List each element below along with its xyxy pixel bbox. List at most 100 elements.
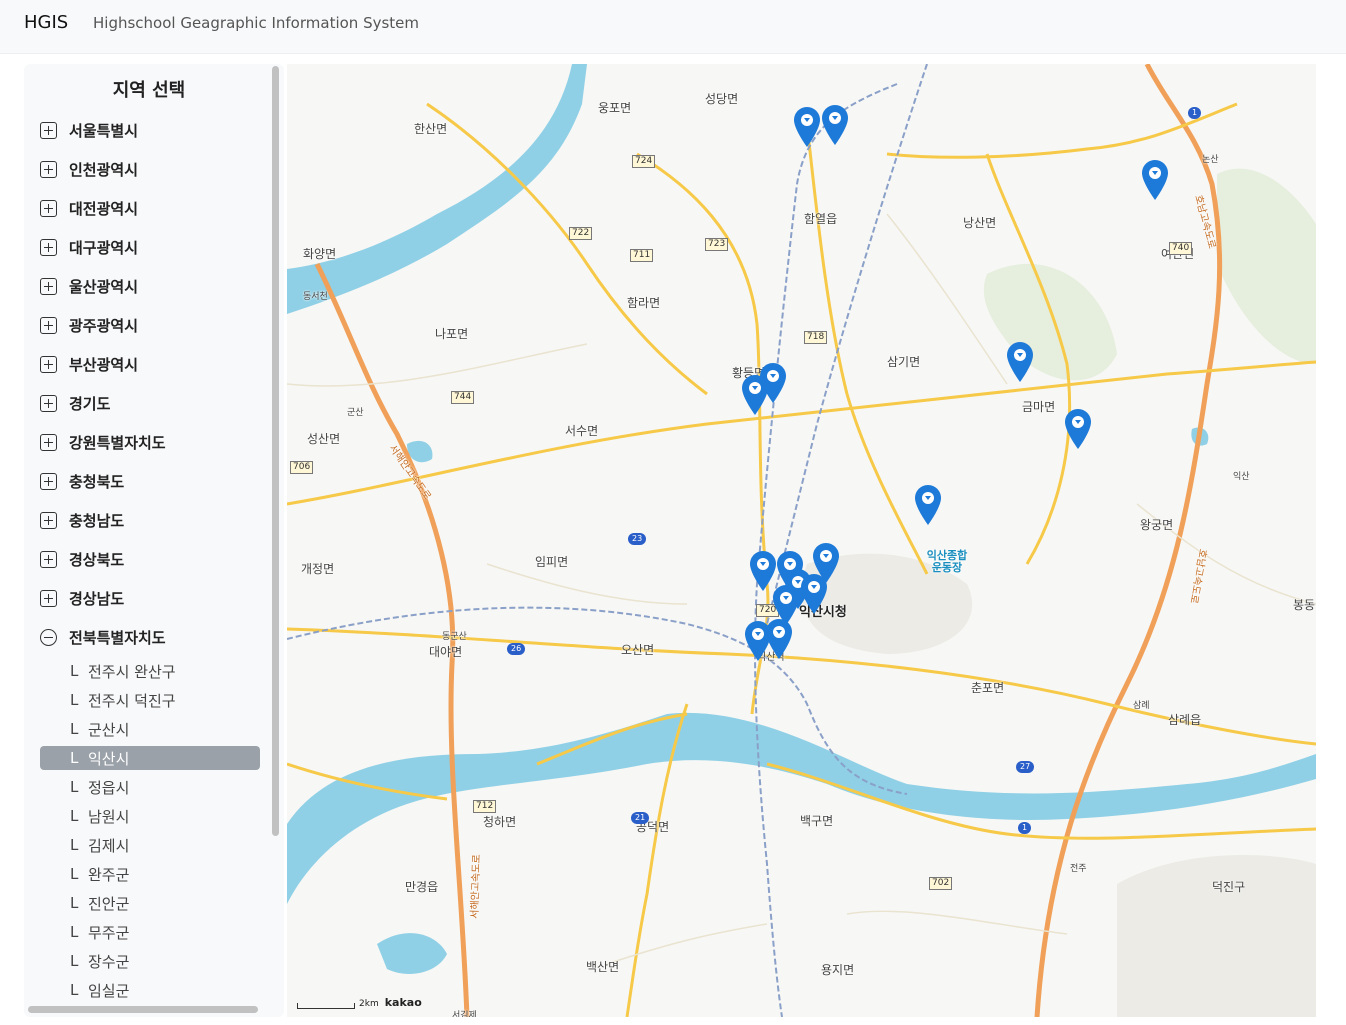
- map-marker-icon[interactable]: [742, 375, 768, 415]
- region-label: 강원특별자치도: [69, 433, 166, 452]
- expand-icon[interactable]: [40, 121, 57, 139]
- place-label: 백산면: [586, 960, 620, 974]
- sub-item-jeonju-wansan[interactable]: L 전주시 완산구: [40, 659, 260, 683]
- place-label: 서수면: [565, 424, 599, 438]
- reservoir: [377, 933, 447, 974]
- route-shield: 712: [473, 800, 497, 813]
- region-item-ulsan[interactable]: 울산광역시: [40, 274, 138, 298]
- highway-label: 서해안고속도로: [469, 854, 483, 919]
- national-route-shield: 1: [1018, 822, 1032, 834]
- place-label: 백구면: [800, 814, 834, 828]
- expand-icon[interactable]: [40, 316, 57, 334]
- place-label: 화양면: [303, 247, 337, 261]
- sidebar-title: 지역 선택: [112, 80, 186, 101]
- sub-item-label: 남원시: [88, 807, 130, 826]
- brand-logo[interactable]: HGIS: [24, 12, 68, 33]
- sub-item-gimje[interactable]: L 김제시: [40, 833, 260, 857]
- region-label: 부산광역시: [69, 355, 139, 374]
- route-shield: 724: [632, 155, 656, 168]
- region-item-jeonbuk[interactable]: 전북특별자치도: [40, 625, 166, 649]
- place-label: 오산면: [621, 643, 655, 657]
- map-marker-icon[interactable]: [766, 619, 792, 659]
- region-item-daegu[interactable]: 대구광역시: [40, 235, 138, 259]
- map-marker-icon[interactable]: [822, 105, 848, 145]
- sub-item-muju[interactable]: L 무주군: [40, 920, 260, 944]
- tree-marker: L: [70, 749, 79, 767]
- region-label: 충청북도: [69, 472, 125, 491]
- place-label: 군산: [347, 408, 364, 418]
- map-marker-icon[interactable]: [915, 485, 941, 525]
- tree-marker: L: [70, 778, 79, 796]
- place-label: 함열읍: [804, 212, 838, 226]
- region-item-busan[interactable]: 부산광역시: [40, 352, 138, 376]
- sub-item-label: 군산시: [88, 720, 130, 739]
- sub-item-jeongeup[interactable]: L 정읍시: [40, 775, 260, 799]
- tree-marker: L: [70, 807, 79, 825]
- map-marker-icon[interactable]: [801, 574, 827, 614]
- sub-item-imsil[interactable]: L 임실군: [40, 978, 260, 1002]
- region-label: 서울특별시: [69, 121, 139, 140]
- region-item-daejeon[interactable]: 대전광역시: [40, 196, 138, 220]
- place-label: 용지면: [821, 963, 855, 977]
- sub-item-iksan-selected[interactable]: L 익산시: [40, 746, 260, 770]
- collapse-icon[interactable]: [40, 628, 57, 646]
- sub-item-label: 진안군: [88, 894, 130, 913]
- map-view[interactable]: 웅포면 성당면 한산면 함열읍 낭산면 여산면 화양면 동서천 나포면 함라면 …: [287, 64, 1316, 1017]
- expand-icon[interactable]: [40, 472, 57, 490]
- sub-item-namwon[interactable]: L 남원시: [40, 804, 260, 828]
- region-item-gyeongbuk[interactable]: 경상북도: [40, 547, 124, 571]
- place-label: 전주: [1070, 864, 1087, 874]
- region-label: 충청남도: [69, 511, 125, 530]
- region-item-gyeongnam[interactable]: 경상남도: [40, 586, 124, 610]
- region-label: 광주광역시: [69, 316, 139, 335]
- region-item-chungbuk[interactable]: 충청북도: [40, 469, 124, 493]
- geum-river: [287, 64, 587, 314]
- sidebar-horizontal-scrollbar[interactable]: [28, 1006, 258, 1013]
- expand-icon[interactable]: [40, 277, 57, 295]
- place-label: 임피면: [535, 555, 569, 569]
- map-marker-icon[interactable]: [1065, 409, 1091, 449]
- region-label: 전북특별자치도: [69, 628, 166, 647]
- region-item-seoul[interactable]: 서울특별시: [40, 118, 138, 142]
- tree-marker: L: [70, 952, 79, 970]
- region-item-gangwon[interactable]: 강원특별자치도: [40, 430, 166, 454]
- map-marker-icon[interactable]: [794, 107, 820, 147]
- sub-item-gunsan[interactable]: L 군산시: [40, 717, 260, 741]
- expand-icon[interactable]: [40, 355, 57, 373]
- route-shield: 711: [630, 249, 654, 262]
- region-item-chungnam[interactable]: 충청남도: [40, 508, 124, 532]
- region-item-gyeonggi[interactable]: 경기도: [40, 391, 110, 415]
- sub-item-wanju[interactable]: L 완주군: [40, 862, 260, 886]
- sidebar-vertical-scrollbar[interactable]: [272, 66, 279, 836]
- region-sidebar: 지역 선택 서울특별시 인천광역시 대전광역시 대구광역시 울산광역시 광주광역…: [24, 64, 284, 1017]
- national-route-shield: 1: [1188, 107, 1202, 119]
- region-item-gwangju[interactable]: 광주광역시: [40, 313, 138, 337]
- expand-icon[interactable]: [40, 199, 57, 217]
- sub-item-label: 장수군: [88, 952, 130, 971]
- expand-icon[interactable]: [40, 589, 57, 607]
- place-label: 삼례읍: [1168, 713, 1202, 727]
- place-label: 한산면: [414, 122, 448, 136]
- place-label: 청하면: [483, 815, 517, 829]
- sub-item-jinan[interactable]: L 진안군: [40, 891, 260, 915]
- sub-item-label: 완주군: [88, 865, 130, 884]
- region-item-incheon[interactable]: 인천광역시: [40, 157, 138, 181]
- sub-item-label: 전주시 완산구: [88, 662, 176, 681]
- expand-icon[interactable]: [40, 394, 57, 412]
- tree-marker: L: [70, 720, 79, 738]
- sub-item-jeonju-deokjin[interactable]: L 전주시 덕진구: [40, 688, 260, 712]
- tree-marker: L: [70, 662, 79, 680]
- place-label: 왕궁면: [1140, 518, 1174, 532]
- expand-icon[interactable]: [40, 511, 57, 529]
- map-attribution[interactable]: kakao: [385, 996, 422, 1009]
- map-marker-icon[interactable]: [1142, 160, 1168, 200]
- map-marker-icon[interactable]: [1007, 342, 1033, 382]
- route-shield: 706: [290, 461, 314, 474]
- expand-icon[interactable]: [40, 433, 57, 451]
- expand-icon[interactable]: [40, 160, 57, 178]
- place-label: 동군산: [442, 632, 467, 642]
- region-label: 경기도: [69, 394, 111, 413]
- expand-icon[interactable]: [40, 550, 57, 568]
- expand-icon[interactable]: [40, 238, 57, 256]
- sub-item-jangsu[interactable]: L 장수군: [40, 949, 260, 973]
